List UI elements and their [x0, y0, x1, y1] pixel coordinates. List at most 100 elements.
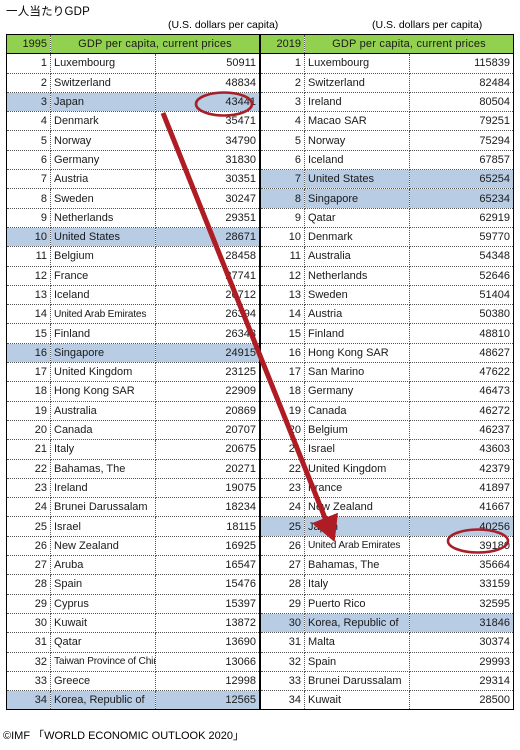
table-row: 28 Spain 15476 — [6, 574, 260, 595]
country-cell: United Arab Emirates — [304, 536, 410, 557]
country-cell: United Kingdom — [304, 459, 410, 479]
country-cell: Switzerland — [304, 73, 410, 93]
country-cell: Belgium — [50, 246, 156, 267]
gdp-value-cell: 79251 — [409, 111, 514, 132]
table-row: 17 San Marino 47622 — [260, 362, 514, 383]
header-year-1995: 1995 — [6, 34, 51, 55]
country-cell: Denmark — [50, 111, 156, 132]
gdp-value-cell: 115839 — [409, 53, 514, 74]
rank-cell: 20 — [260, 420, 305, 441]
country-cell: Israel — [50, 516, 156, 537]
table-row: 32 Taiwan Province of China 13066 — [6, 652, 260, 672]
country-cell: Spain — [304, 652, 410, 672]
gdp-value-cell: 46237 — [409, 420, 514, 441]
table-row: 20 Canada 20707 — [6, 420, 260, 441]
rank-cell: 12 — [6, 266, 51, 286]
country-cell: Kuwait — [50, 613, 156, 634]
table-row: 32 Spain 29993 — [260, 652, 514, 672]
country-cell: Netherlands — [304, 266, 410, 286]
gdp-value-cell: 15397 — [155, 594, 260, 614]
rank-cell: 23 — [6, 478, 51, 499]
header-caption-2019: GDP per capita, current prices — [304, 34, 514, 55]
table-row: 13 Iceland 26712 — [6, 285, 260, 306]
country-cell: Greece — [50, 671, 156, 692]
table-row: 23 France 41897 — [260, 478, 514, 499]
gdp-value-cell: 65234 — [409, 188, 514, 209]
table-row: 15 Finland 48810 — [260, 323, 514, 344]
gdp-value-cell: 13872 — [155, 613, 260, 634]
table-row: 29 Puerto Rico 32595 — [260, 594, 514, 614]
gdp-value-cell: 20675 — [155, 439, 260, 460]
rank-cell: 3 — [6, 92, 51, 113]
rank-cell: 1 — [6, 53, 51, 74]
country-cell: Japan — [50, 92, 156, 113]
gdp-value-cell: 46272 — [409, 401, 514, 421]
gdp-value-cell: 43441 — [155, 92, 260, 113]
gdp-value-cell: 62919 — [409, 208, 514, 228]
country-cell: Austria — [304, 304, 410, 325]
gdp-value-cell: 48810 — [409, 323, 514, 344]
table-row: 15 Finland 26348 — [6, 323, 260, 344]
country-cell: Ireland — [304, 92, 410, 113]
units-caption-left: (U.S. dollars per capita) — [168, 19, 279, 31]
table-row: 2 Switzerland 82484 — [260, 73, 514, 93]
rank-cell: 34 — [6, 690, 51, 710]
country-cell: New Zealand — [50, 536, 156, 557]
country-cell: Qatar — [304, 208, 410, 228]
table-row: 19 Canada 46272 — [260, 401, 514, 421]
gdp-value-cell: 34790 — [155, 130, 260, 151]
rank-cell: 13 — [260, 285, 305, 306]
rank-cell: 23 — [260, 478, 305, 499]
rank-cell: 11 — [260, 246, 305, 267]
rank-cell: 2 — [260, 73, 305, 93]
page-title: 一人当たりGDP — [6, 6, 91, 18]
table-row: 21 Italy 20675 — [6, 439, 260, 460]
country-cell: Sweden — [50, 188, 156, 209]
gdp-value-cell: 33159 — [409, 574, 514, 595]
gdp-value-cell: 16925 — [155, 536, 260, 557]
table-row: 3 Ireland 80504 — [260, 92, 514, 113]
rank-cell: 15 — [260, 323, 305, 344]
table-row: 16 Singapore 24915 — [6, 343, 260, 364]
table-row: 9 Netherlands 29351 — [6, 208, 260, 228]
rank-cell: 22 — [260, 459, 305, 479]
header-caption-1995: GDP per capita, current prices — [50, 34, 260, 55]
country-cell: Korea, Republic of — [50, 690, 156, 710]
rank-cell: 4 — [6, 111, 51, 132]
gdp-value-cell: 20869 — [155, 401, 260, 421]
table-row: 27 Aruba 16547 — [6, 555, 260, 576]
table-row: 14 United Arab Emirates 26394 — [6, 304, 260, 325]
country-cell: Singapore — [50, 343, 156, 364]
table-row: 9 Qatar 62919 — [260, 208, 514, 228]
country-cell: Qatar — [50, 632, 156, 653]
gdp-value-cell: 65254 — [409, 169, 514, 190]
gdp-value-cell: 82484 — [409, 73, 514, 93]
gdp-value-cell: 54348 — [409, 246, 514, 267]
rank-cell: 9 — [6, 208, 51, 228]
country-cell: Australia — [50, 401, 156, 421]
rank-cell: 8 — [260, 188, 305, 209]
table-row: 8 Sweden 30247 — [6, 188, 260, 209]
rank-cell: 8 — [6, 188, 51, 209]
rank-cell: 31 — [260, 632, 305, 653]
gdp-table-1995-body: 1 Luxembourg 50911 2 Switzerland 48834 3 Japan 4… — [6, 53, 260, 710]
country-cell: Finland — [50, 323, 156, 344]
table-row: 21 Israel 43603 — [260, 439, 514, 460]
gdp-value-cell: 31830 — [155, 150, 260, 171]
table-row: 10 Denmark 59770 — [260, 227, 514, 248]
country-cell: Italy — [50, 439, 156, 460]
gdp-table-2019-body: 1 Luxembourg 115839 2 Switzerland 82484 3 Irela… — [260, 53, 514, 710]
rank-cell: 29 — [260, 594, 305, 614]
rank-cell: 11 — [6, 246, 51, 267]
table-row: 16 Hong Kong SAR 48627 — [260, 343, 514, 364]
gdp-value-cell: 29993 — [409, 652, 514, 672]
country-cell: Puerto Rico — [304, 594, 410, 614]
rank-cell: 14 — [260, 304, 305, 325]
table-row: 26 New Zealand 16925 — [6, 536, 260, 557]
table-row: 25 Japan 40256 — [260, 516, 514, 537]
gdp-value-cell: 26348 — [155, 323, 260, 344]
table-row: 5 Norway 75294 — [260, 130, 514, 151]
gdp-value-cell: 75294 — [409, 130, 514, 151]
table-row: 29 Cyprus 15397 — [6, 594, 260, 614]
rank-cell: 24 — [6, 497, 51, 518]
